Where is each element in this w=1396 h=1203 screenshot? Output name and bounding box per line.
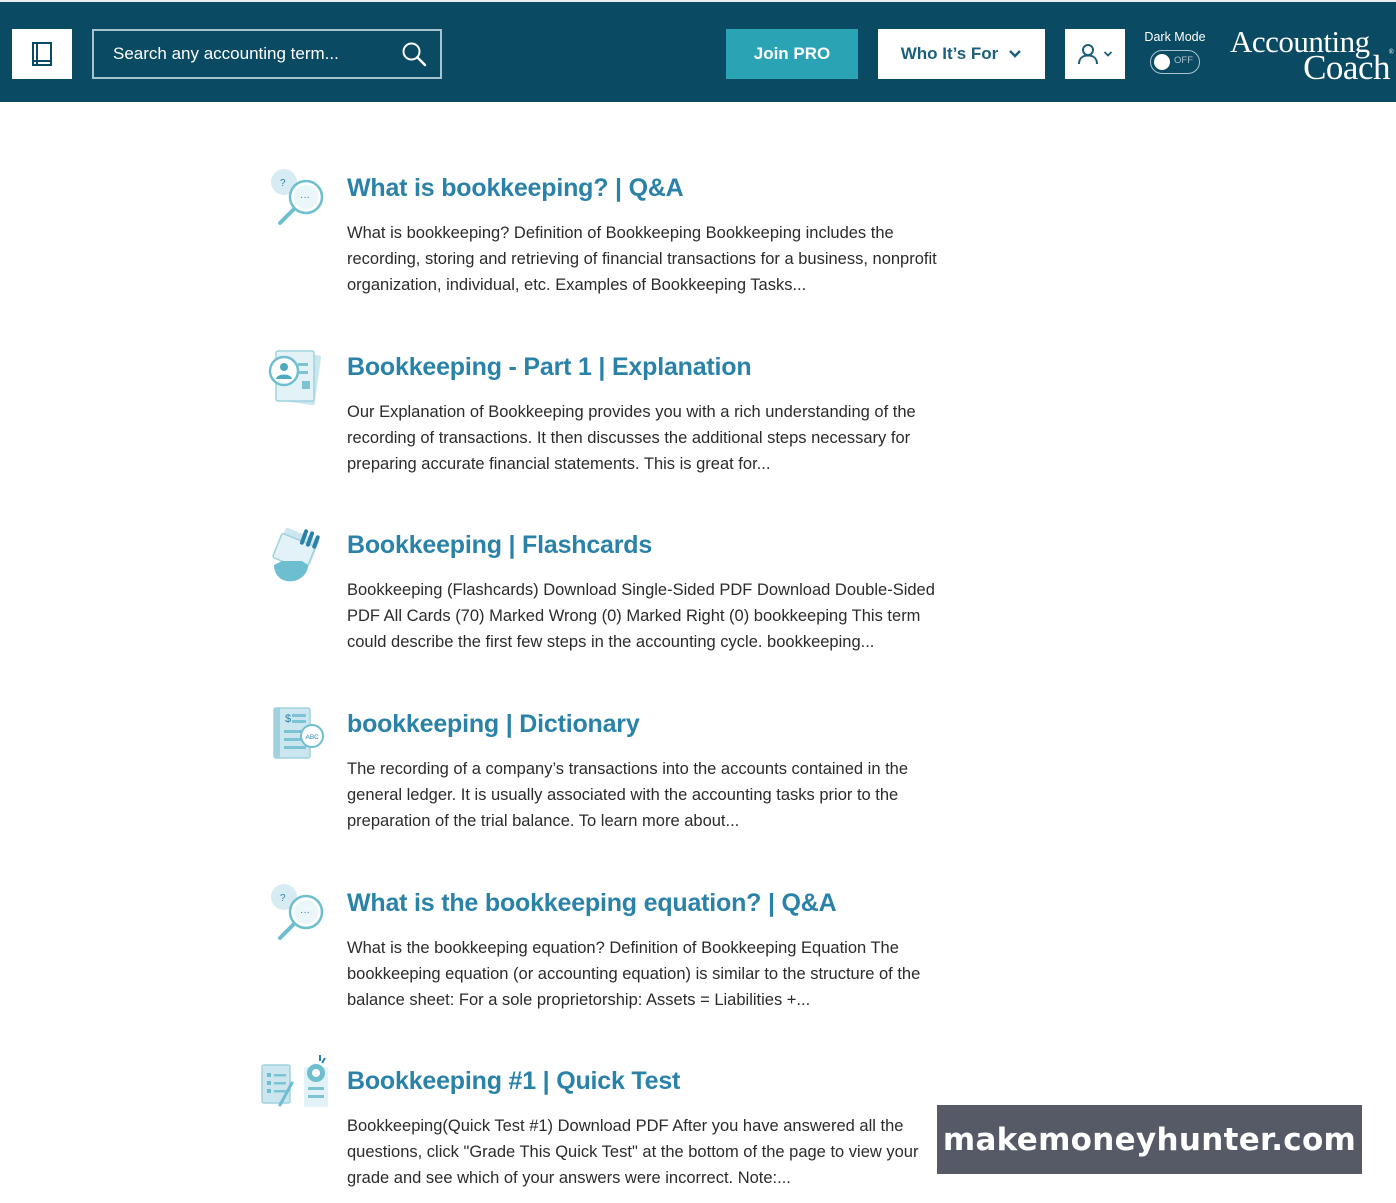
book-icon — [32, 42, 52, 66]
logo-line2: Coach — [1303, 48, 1390, 87]
result-title-link[interactable]: Bookkeeping | Flashcards — [347, 531, 652, 560]
search-icon[interactable] — [400, 40, 428, 68]
chevron-down-icon — [1103, 51, 1113, 57]
flashcards-hand-icon — [258, 517, 330, 589]
result-snippet: The recording of a company’s transaction… — [347, 760, 909, 830]
user-menu-button[interactable] — [1065, 29, 1125, 79]
result-snippet: What is bookkeeping? Definition of Bookk… — [347, 224, 937, 294]
result-title-link[interactable]: Bookkeeping #1 | Quick Test — [347, 1067, 680, 1096]
who-its-for-dropdown[interactable]: Who It’s For — [878, 29, 1045, 79]
result-snippet: Our Explanation of Bookkeeping provides … — [347, 403, 916, 473]
svg-text:?: ? — [280, 893, 286, 904]
result-snippet: Bookkeeping (Flashcards) Download Single… — [347, 581, 935, 651]
who-its-for-label: Who It’s For — [900, 44, 999, 63]
menu-button[interactable] — [12, 29, 72, 79]
watermark-badge: makemoneyhunter.com — [937, 1105, 1362, 1174]
dark-mode-control: Dark Mode OFF — [1140, 30, 1210, 74]
join-pro-button[interactable]: Join PRO — [726, 29, 858, 79]
svg-text:$: $ — [285, 713, 291, 725]
svg-text:···: ··· — [300, 192, 310, 203]
svg-text:?: ? — [280, 178, 286, 189]
dark-mode-label: Dark Mode — [1144, 30, 1206, 44]
quick-test-icon — [258, 1053, 330, 1125]
site-header: Join PRO Who It’s For Dark Mode OFF Acco… — [0, 0, 1396, 102]
result-title-link[interactable]: What is the bookkeeping equation? | Q&A — [347, 889, 837, 918]
result-title-link[interactable]: What is bookkeeping? | Q&A — [347, 174, 684, 203]
dictionary-abc-icon: $ ABC — [258, 696, 330, 768]
result-snippet: What is the bookkeeping equation? Defini… — [347, 939, 921, 1009]
toggle-state: OFF — [1174, 55, 1193, 66]
dark-mode-toggle[interactable]: OFF — [1150, 50, 1200, 74]
svg-text:ABC: ABC — [306, 734, 320, 741]
result-title-link[interactable]: Bookkeeping - Part 1 | Explanation — [347, 353, 752, 382]
chevron-down-icon — [1009, 50, 1022, 58]
user-icon — [1078, 44, 1098, 65]
qa-magnifier-icon: ? ··· — [258, 160, 330, 232]
search-input[interactable] — [113, 44, 400, 64]
result-snippet: Bookkeeping(Quick Test #1) Download PDF … — [347, 1117, 919, 1187]
logo-registered-mark: ® — [1388, 48, 1394, 56]
accountingcoach-logo[interactable]: Accounting Coach ® — [1228, 24, 1394, 87]
svg-text:···: ··· — [300, 907, 310, 918]
explanation-document-icon — [258, 339, 330, 411]
search-box[interactable] — [92, 29, 442, 79]
result-title-link[interactable]: bookkeeping | Dictionary — [347, 710, 640, 739]
toggle-knob — [1154, 53, 1170, 70]
qa-magnifier-icon: ? ··· — [258, 875, 330, 947]
